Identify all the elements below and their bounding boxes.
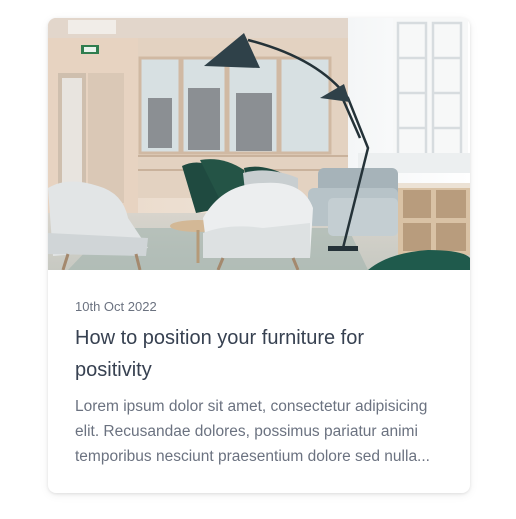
post-date: 10th Oct 2022 bbox=[75, 299, 157, 314]
blog-post-card[interactable]: 10th Oct 2022 How to position your furni… bbox=[48, 18, 470, 493]
card-body: 10th Oct 2022 How to position your furni… bbox=[75, 298, 445, 469]
post-excerpt: Lorem ipsum dolor sit amet, consectetur … bbox=[75, 398, 430, 465]
post-title[interactable]: How to position your furniture for posit… bbox=[75, 322, 445, 386]
furniture-room-photo bbox=[48, 18, 470, 270]
